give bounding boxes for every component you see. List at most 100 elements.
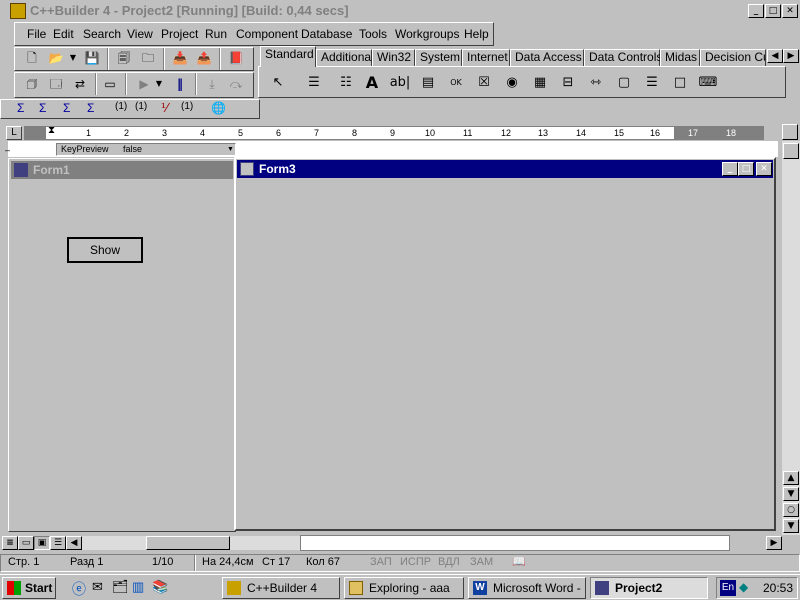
page-view-button[interactable]: ▣: [34, 536, 50, 550]
main-title-bar[interactable]: C++Builder 4 - Project2 [Running] [Build…: [0, 0, 800, 22]
scroll-down-button[interactable]: ▼: [783, 487, 799, 501]
open-project-icon[interactable]: 🗀: [137, 49, 159, 69]
add-file-icon[interactable]: 📥: [169, 49, 191, 69]
form3-maximize-button[interactable]: □: [738, 162, 754, 176]
menu-tools[interactable]: Tools: [359, 27, 387, 41]
save-icon[interactable]: 💾: [81, 49, 103, 69]
spelling-book-icon[interactable]: 📖: [512, 555, 526, 571]
actionlist-component-icon[interactable]: ⌨: [696, 72, 720, 94]
start-button[interactable]: Start: [2, 577, 56, 599]
menu-help[interactable]: Help: [464, 27, 489, 41]
channels-icon[interactable]: ▥: [132, 579, 148, 595]
show-button[interactable]: Show: [67, 237, 143, 263]
task-project2[interactable]: Project2: [590, 577, 708, 599]
open-icon[interactable]: 📂: [45, 49, 67, 69]
open-dropdown-icon[interactable]: ▼: [67, 49, 79, 69]
hscroll-track-right[interactable]: [300, 535, 730, 551]
fraction-icon[interactable]: ⅟: [161, 101, 168, 115]
horizontal-ruler[interactable]: ⧗ 1 2 3 4 5 6 7 8 9 10 11 12 13 14 15 16…: [24, 125, 764, 140]
browse-object-button[interactable]: ○: [783, 503, 799, 517]
help-book-icon[interactable]: 📕: [225, 49, 247, 69]
books-icon[interactable]: 📚: [152, 579, 168, 595]
outlook-icon[interactable]: ✉: [92, 579, 108, 595]
num-button-1[interactable]: (1): [115, 101, 127, 112]
view-unit-icon[interactable]: 🗇: [21, 75, 43, 95]
mainmenu-component-icon[interactable]: ☰: [302, 72, 326, 94]
scrollbar-component-icon[interactable]: ⇿: [584, 72, 608, 94]
form-icon[interactable]: [14, 163, 28, 177]
form-icon[interactable]: [240, 162, 254, 176]
tab-data-controls[interactable]: Data Controls: [584, 49, 662, 66]
inspector-row[interactable]: KeyPreview false ▼: [56, 143, 236, 156]
menu-edit[interactable]: Edit: [53, 27, 74, 41]
run-icon[interactable]: ▶: [133, 75, 155, 95]
tab-stop-selector[interactable]: L: [6, 126, 22, 140]
button-component-icon[interactable]: OK: [444, 72, 468, 94]
remove-file-icon[interactable]: 📤: [193, 49, 215, 69]
tab-data-access[interactable]: Data Access: [510, 49, 584, 66]
view-form-icon[interactable]: 🗔: [45, 75, 67, 95]
minimize-button[interactable]: _: [748, 4, 764, 18]
num-button-2[interactable]: (1): [135, 101, 147, 112]
menu-workgroups[interactable]: Workgroups: [395, 27, 459, 41]
form1-window[interactable]: Form1 Show: [8, 158, 236, 532]
new-icon[interactable]: 🗋: [21, 49, 43, 69]
form3-close-button[interactable]: ✕: [756, 162, 772, 176]
tab-standard[interactable]: Standard: [260, 46, 316, 67]
palette-scroll-right-button[interactable]: ▶: [783, 49, 799, 63]
palette-scroll-left-button[interactable]: ◀: [767, 49, 783, 63]
collapse-icon[interactable]: –: [5, 146, 19, 155]
outline-view-button[interactable]: ☰: [50, 536, 66, 550]
tab-internet[interactable]: Internet: [462, 49, 510, 66]
radiobutton-component-icon[interactable]: ◉: [500, 72, 524, 94]
hscroll-right-button[interactable]: ▶: [766, 536, 782, 550]
hscroll-left-button[interactable]: ◀: [66, 536, 82, 550]
normal-view-button[interactable]: ≡: [2, 536, 18, 550]
close-button[interactable]: ✕: [782, 4, 798, 18]
tray-network-icon[interactable]: ◆: [739, 580, 748, 594]
form3-title-bar[interactable]: Form3 _ □ ✕: [237, 160, 773, 178]
indent-marker-icon[interactable]: ⧗: [48, 125, 55, 136]
trace-into-icon[interactable]: ⤓: [201, 75, 223, 95]
menu-project[interactable]: Project: [161, 27, 198, 41]
form3-minimize-button[interactable]: _: [722, 162, 738, 176]
maximize-button[interactable]: □: [765, 4, 781, 18]
popupmenu-component-icon[interactable]: ☷: [334, 72, 358, 94]
sum-button-1[interactable]: Σ: [17, 101, 24, 115]
menu-search[interactable]: Search: [83, 27, 121, 41]
form1-title-bar[interactable]: Form1: [11, 161, 233, 179]
tab-decision-cube[interactable]: Decision Cub: [700, 49, 766, 66]
groupbox-component-icon[interactable]: ▢: [612, 72, 636, 94]
pause-icon[interactable]: ‖: [169, 75, 191, 95]
desktop-icon[interactable]: 🗂: [112, 579, 129, 595]
tab-additional[interactable]: Additional: [316, 49, 374, 66]
cbuilder-app-icon[interactable]: [10, 3, 26, 19]
edit-component-icon[interactable]: ab|: [388, 72, 412, 94]
menu-file[interactable]: File: [27, 27, 46, 41]
sum-button-4[interactable]: Σ: [87, 101, 94, 115]
num-button-3[interactable]: (1): [181, 101, 193, 112]
new-form-icon[interactable]: ▭: [99, 75, 121, 95]
checkbox-component-icon[interactable]: ☒: [472, 72, 496, 94]
vertical-scrollbar[interactable]: ▲ ▼ ○ ▼: [782, 141, 800, 535]
scroll-thumb[interactable]: [783, 143, 799, 159]
menu-view[interactable]: View: [127, 27, 153, 41]
status-trk[interactable]: ИСПР: [400, 555, 431, 571]
pointer-icon[interactable]: ↖: [266, 72, 290, 94]
menu-database[interactable]: Database: [301, 27, 352, 41]
dropdown-arrow-icon[interactable]: ▼: [227, 144, 234, 155]
toggle-form-unit-icon[interactable]: ⇄: [69, 75, 91, 95]
task-cbuilder[interactable]: C++Builder 4: [222, 577, 340, 599]
form3-window[interactable]: Form3 _ □ ✕: [234, 157, 776, 531]
run-dropdown-icon[interactable]: ▼: [153, 75, 165, 95]
globe-icon[interactable]: 🌐: [211, 101, 226, 115]
next-page-button[interactable]: ▼: [783, 519, 799, 533]
listbox-component-icon[interactable]: ▦: [528, 72, 552, 94]
tab-system[interactable]: System: [415, 49, 462, 66]
combobox-component-icon[interactable]: ⊟: [556, 72, 580, 94]
language-indicator[interactable]: En: [720, 580, 736, 596]
clock[interactable]: 20:53: [763, 581, 793, 595]
status-ovr[interactable]: ЗАМ: [470, 555, 493, 571]
save-all-icon[interactable]: 🗐: [113, 49, 135, 69]
sum-button-3[interactable]: Σ: [63, 101, 70, 115]
